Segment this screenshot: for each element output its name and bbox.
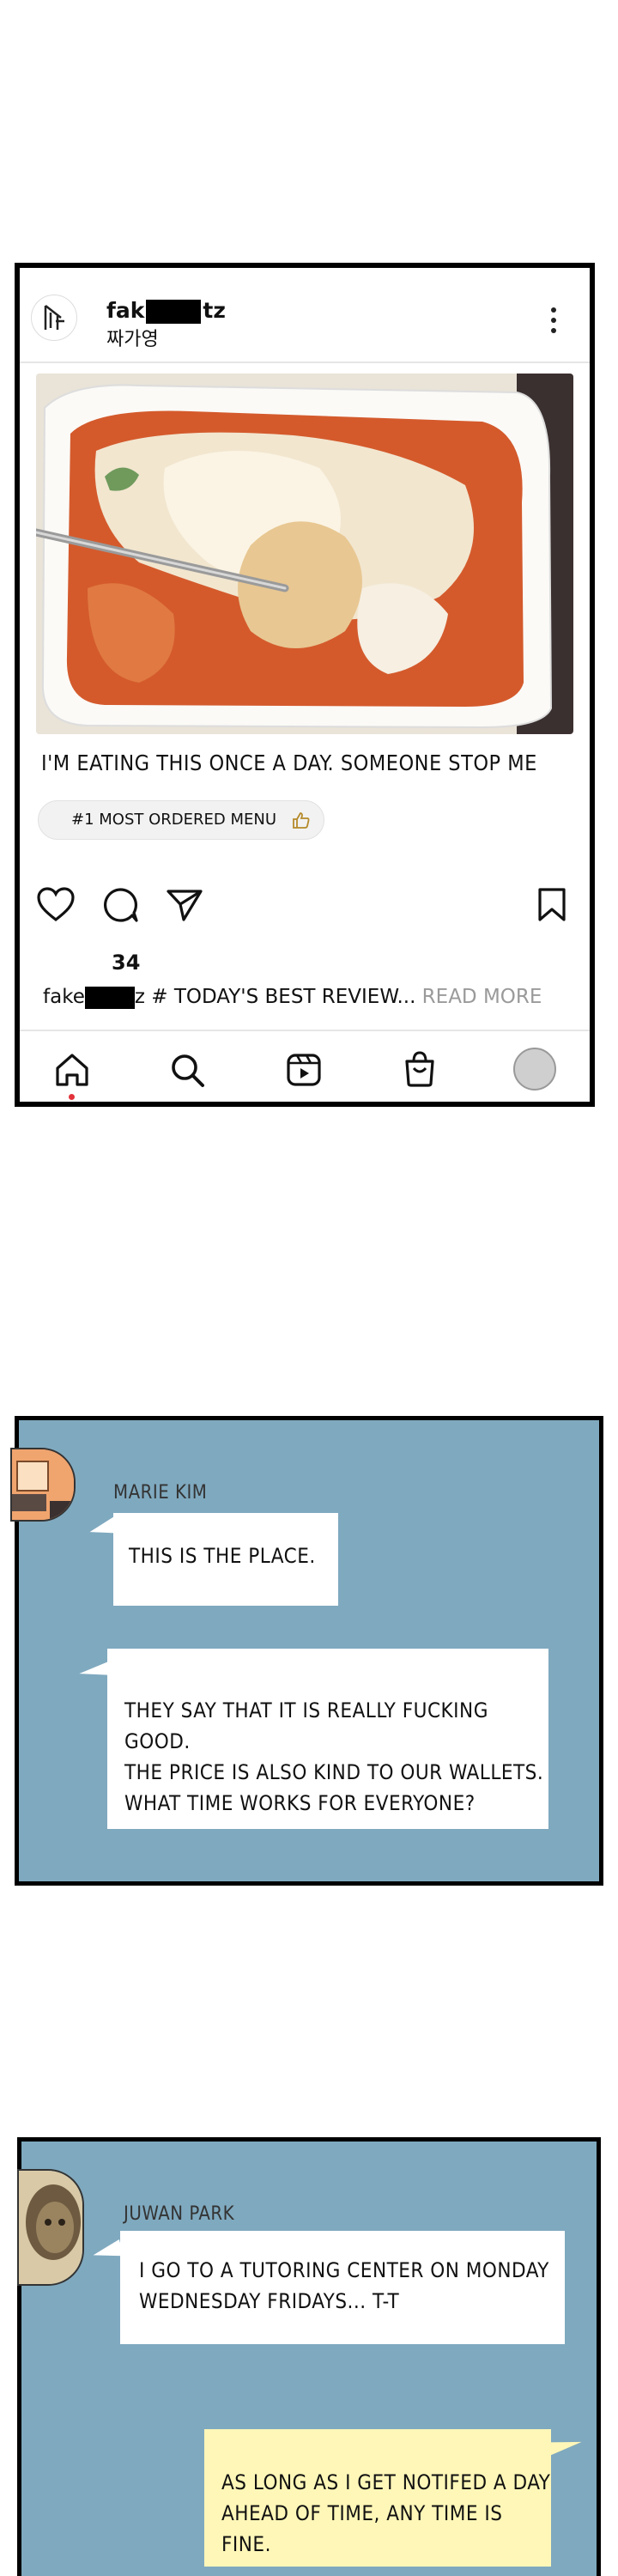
sender-name: MARIE KIM [113,1482,208,1504]
account-avatar[interactable] [31,295,77,341]
more-icon[interactable] [549,307,558,337]
comment-icon[interactable] [100,886,140,924]
avatar-juwan [17,2169,84,2286]
heart-icon[interactable] [36,886,76,922]
post-photo[interactable] [36,374,573,734]
sender-name: JUWAN PARK [124,2203,235,2225]
reply-bubble: AS LONG AS I GET NOTIFED A DAY AHEAD OF … [204,2429,551,2567]
truncated-text [43,1022,240,1029]
badge-label: #1 MOST ORDERED MENU [71,811,277,829]
most-ordered-badge[interactable]: #1 MOST ORDERED MENU [38,800,324,840]
message-bubble: I GO TO A TUTORING CENTER ON MONDAY WEDN… [120,2231,565,2344]
home-icon[interactable] [53,1051,91,1089]
share-icon[interactable] [165,887,204,923]
logo-icon [44,305,64,330]
profile-avatar[interactable] [513,1048,556,1091]
redaction-bar [84,986,135,1009]
post-caption: I'M EATING THIS ONCE A DAY. SOMEONE STOP… [41,750,537,775]
redaction-bar [146,300,202,324]
divider [20,361,590,363]
reels-icon[interactable] [285,1051,323,1089]
comment-preview[interactable]: fake z # TODAY'S BEST REVIEW... READ MORE [43,986,542,1009]
read-more-link[interactable]: READ MORE [415,986,542,1008]
bookmark-icon[interactable] [536,887,567,923]
message-bubble: THIS IS THE PLACE. [113,1513,338,1606]
shop-icon[interactable] [401,1049,439,1089]
post-location: 짜가영 [106,329,159,350]
notification-dot [69,1094,75,1100]
search-icon[interactable] [168,1051,206,1089]
message-bubble: THEY SAY THAT IT IS REALLY FUCKING GOOD.… [107,1649,548,1829]
divider [20,1030,590,1031]
post-username[interactable]: fak tz [106,298,226,324]
tteokbokki-image [36,374,573,734]
thumbs-up-icon [293,812,310,829]
avatar-marie [10,1448,76,1522]
likes-count[interactable]: 34 [112,951,140,975]
